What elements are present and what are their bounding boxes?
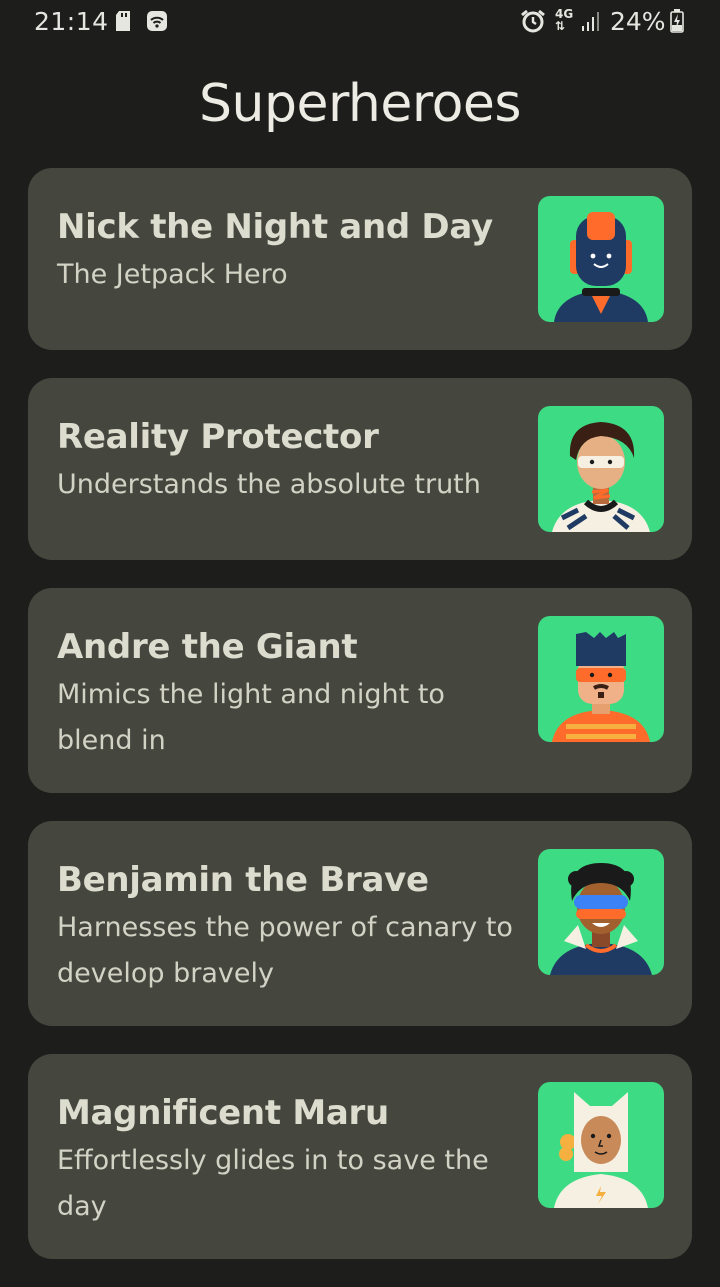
goggles-hero-avatar — [538, 849, 664, 975]
hero-name: Reality Protector — [57, 417, 379, 457]
hero-name: Nick the Night and Day — [57, 207, 493, 247]
hero-description: Harnesses the power of canary to develop… — [57, 912, 513, 989]
status-time: 21:14 — [34, 7, 109, 36]
hero-text: Nick the Night and Day The Jetpack Hero — [57, 204, 517, 298]
hero-card[interactable]: Reality Protector Understands the absolu… — [28, 378, 692, 560]
hero-card[interactable]: Magnificent Maru Effortlessly glides in … — [28, 1054, 692, 1259]
sd-card-icon — [115, 9, 131, 38]
status-bar: 21:14 4G ⇅ 24% — [0, 0, 720, 44]
hero-description: Understands the absolute truth — [57, 469, 481, 500]
hero-text: Magnificent Maru Effortlessly glides in … — [57, 1090, 517, 1230]
hero-name: Andre the Giant — [57, 627, 358, 667]
alarm-icon — [520, 9, 546, 39]
hero-list[interactable]: Nick the Night and Day The Jetpack Hero … — [28, 168, 692, 1287]
hero-description: Mimics the light and night to blend in — [57, 679, 445, 756]
hero-text: Benjamin the Brave Harnesses the power o… — [57, 857, 517, 997]
cat-hood-hero-avatar — [538, 1082, 664, 1208]
robot-hero-avatar — [538, 196, 664, 322]
hero-name: Magnificent Maru — [57, 1093, 389, 1133]
battery-charging-icon — [670, 9, 684, 39]
wifi-icon — [146, 9, 168, 38]
hero-text: Reality Protector Understands the absolu… — [57, 414, 517, 508]
network-4g-icon: 4G ⇅ — [555, 7, 574, 33]
hero-description: Effortlessly glides in to save the day — [57, 1145, 489, 1222]
hero-text: Andre the Giant Mimics the light and nig… — [57, 624, 517, 764]
hero-card[interactable]: Andre the Giant Mimics the light and nig… — [28, 588, 692, 793]
signal-icon — [580, 9, 602, 38]
curly-hair-hero-avatar — [538, 406, 664, 532]
hero-card[interactable]: Nick the Night and Day The Jetpack Hero — [28, 168, 692, 350]
masked-hero-avatar — [538, 616, 664, 742]
page-title: Superheroes — [198, 74, 522, 134]
hero-description: The Jetpack Hero — [57, 259, 288, 290]
hero-name: Benjamin the Brave — [57, 860, 429, 900]
battery-percent: 24% — [610, 7, 666, 36]
hero-card[interactable]: Benjamin the Brave Harnesses the power o… — [28, 821, 692, 1026]
